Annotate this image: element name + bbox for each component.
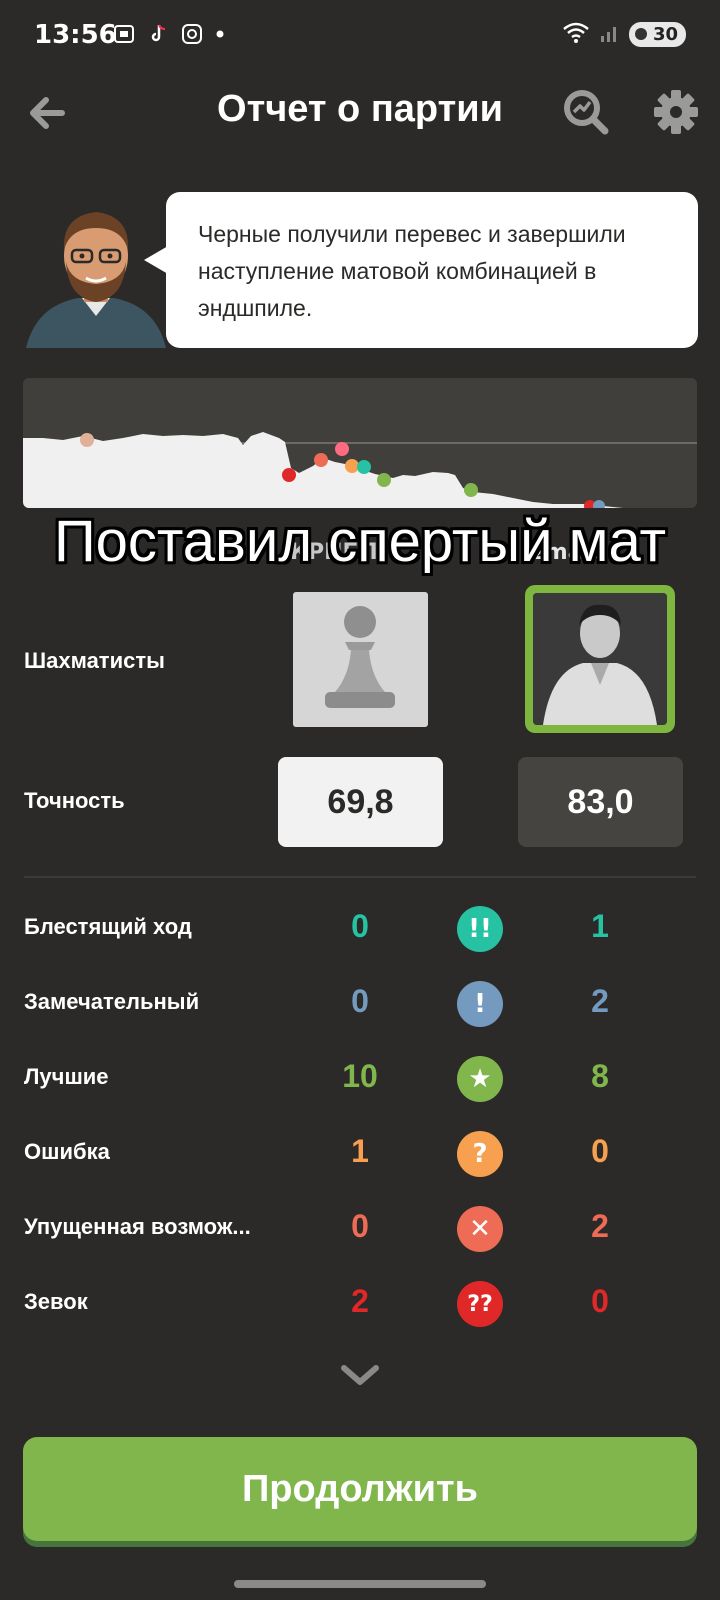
header: Отчет о партии	[0, 78, 720, 148]
stat-black-count: 0	[591, 1133, 609, 1169]
graph-marker	[345, 459, 359, 473]
gear-icon[interactable]	[650, 86, 702, 138]
continue-button-label: Продолжить	[241, 1467, 479, 1510]
stat-white-count: 2	[351, 1283, 369, 1319]
graph-marker	[377, 473, 391, 487]
white-accuracy: 69,8	[278, 757, 443, 847]
dot-icon	[214, 22, 226, 52]
stat-white-count: 0	[351, 983, 369, 1019]
stat-white-count: 10	[342, 1058, 378, 1094]
graph-marker	[335, 442, 349, 456]
stat-label: Блестящий ход	[24, 914, 192, 939]
chevron-down-icon[interactable]	[338, 1360, 382, 1390]
battery-icon: 30	[628, 21, 686, 47]
mistake-icon: ?	[457, 1131, 503, 1177]
black-accuracy: 83,0	[518, 757, 683, 847]
pawn-icon	[325, 606, 395, 708]
stat-black-count: 1	[591, 908, 609, 944]
stat-label: Упущенная возмож...	[24, 1214, 251, 1239]
home-indicator[interactable]	[234, 1580, 486, 1588]
brilliant-icon: !!	[457, 906, 503, 952]
stat-black-count: 0	[591, 1283, 609, 1319]
stat-black-count: 2	[591, 1208, 609, 1244]
page-title: Отчет о партии	[217, 88, 503, 130]
stat-black-count: 2	[591, 983, 609, 1019]
stat-row-mistake[interactable]: Ошибка 1 ? 0	[0, 1125, 720, 1185]
divider	[24, 876, 696, 878]
stat-black-count: 8	[591, 1058, 609, 1094]
stat-row-great[interactable]: Замечательный 0 ! 2	[0, 975, 720, 1035]
stat-row-brilliant[interactable]: Блестящий ход 0 !! 1	[0, 900, 720, 960]
screenshot-icon	[112, 22, 136, 52]
stat-white-count: 1	[351, 1133, 369, 1169]
accuracy-label: Точность	[24, 788, 125, 813]
coach-message: Черные получили перевес и завершили наст…	[198, 221, 626, 321]
graph-marker	[80, 433, 94, 447]
graph-marker	[282, 468, 296, 482]
video-overlay-caption: Поставил спертый мат	[53, 509, 667, 574]
stat-white-count: 0	[351, 1208, 369, 1244]
tiktok-icon	[146, 22, 170, 52]
coach-speech-bubble: Черные получили перевес и завершили наст…	[144, 192, 698, 348]
evaluation-graph[interactable]	[23, 378, 697, 508]
signal-icon	[599, 20, 621, 48]
stat-label: Лучшие	[24, 1064, 109, 1089]
instagram-icon	[180, 22, 204, 52]
status-right-icons: 30	[561, 20, 686, 48]
miss-icon: ✕	[457, 1206, 503, 1252]
player-photo	[533, 593, 667, 725]
stat-row-blunder[interactable]: Зевок 2 ?? 0	[0, 1275, 720, 1335]
graph-marker	[314, 453, 328, 467]
blunder-icon: ??	[457, 1281, 503, 1327]
stat-row-miss[interactable]: Упущенная возмож... 0 ✕ 2	[0, 1200, 720, 1260]
white-player-avatar[interactable]	[293, 592, 428, 727]
best-move-star-icon: ★	[457, 1056, 503, 1102]
players-row-label: Шахматисты	[24, 648, 165, 673]
stat-label: Зевок	[24, 1289, 88, 1314]
wifi-icon	[561, 20, 591, 48]
continue-button[interactable]: Продолжить	[23, 1437, 697, 1541]
black-player-avatar[interactable]	[525, 585, 675, 733]
graph-marker	[357, 460, 371, 474]
status-bar: 13:56 30	[0, 0, 720, 70]
stat-white-count: 0	[351, 908, 369, 944]
stat-label: Ошибка	[24, 1139, 110, 1164]
status-left-icons	[112, 22, 226, 52]
great-move-icon: !	[457, 981, 503, 1027]
status-time: 13:56	[34, 20, 117, 50]
graph-marker	[593, 500, 605, 508]
stat-label: Замечательный	[24, 989, 200, 1014]
stat-row-best[interactable]: Лучшие 10 ★ 8	[0, 1050, 720, 1110]
analysis-search-icon[interactable]	[560, 86, 612, 138]
graph-marker	[464, 483, 478, 497]
